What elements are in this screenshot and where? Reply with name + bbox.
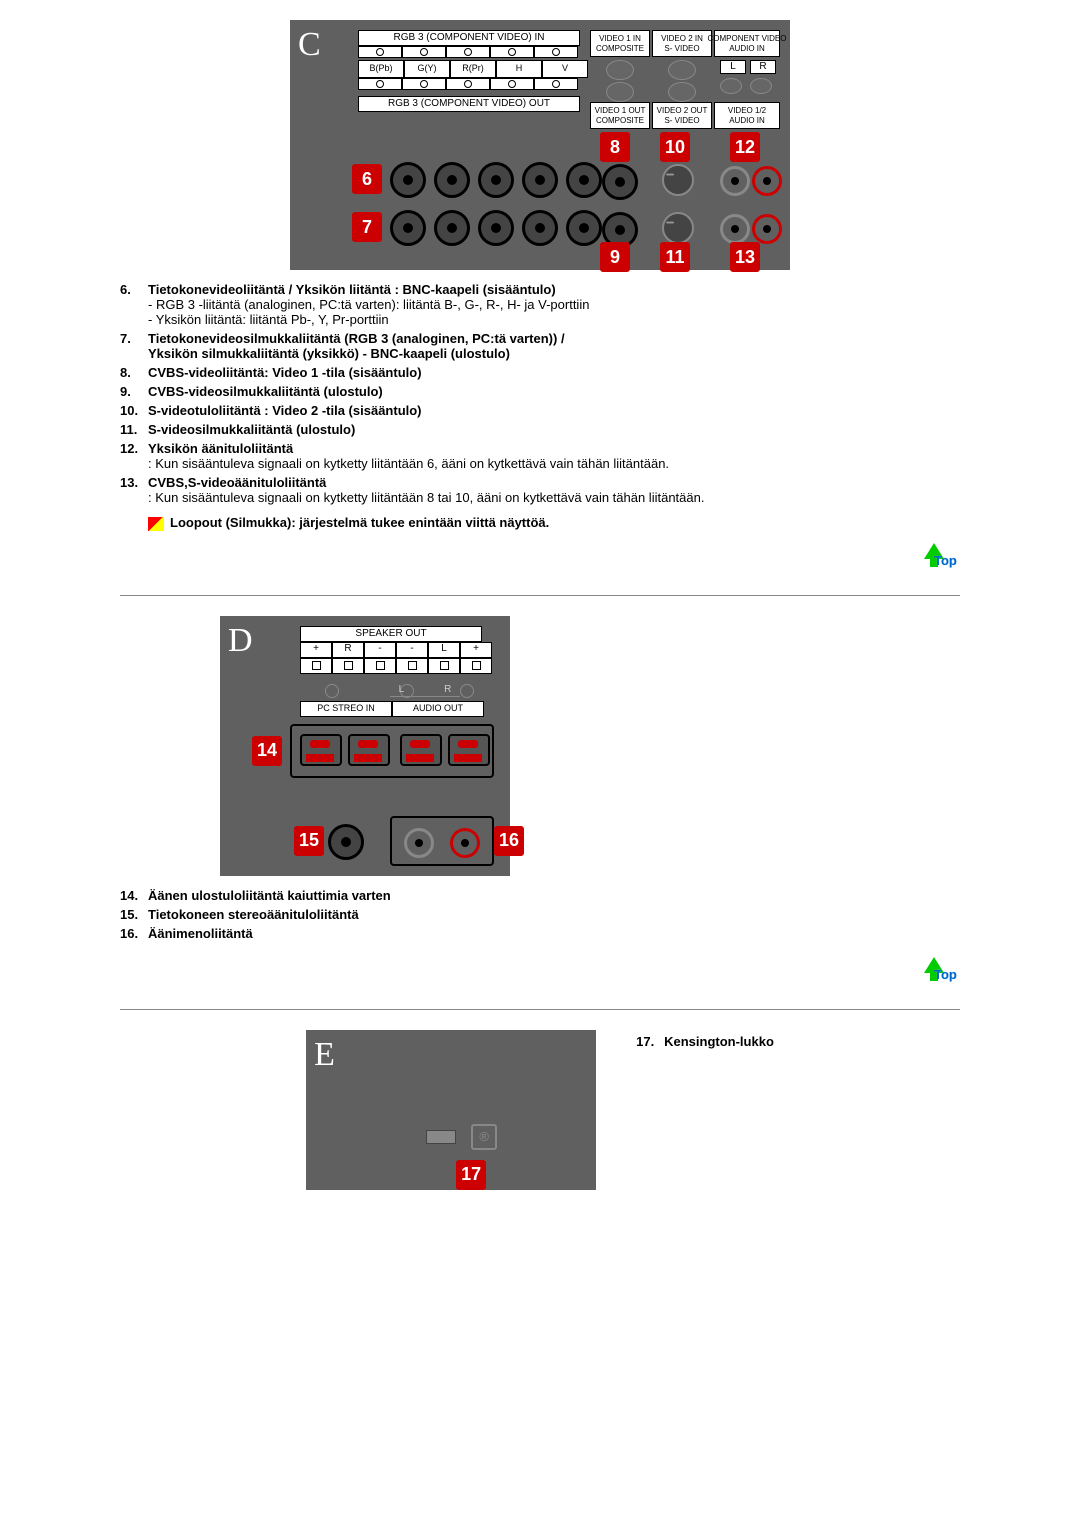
video1-out-label: VIDEO 1 OUT COMPOSITE — [590, 102, 650, 129]
panel-e-letter: E — [314, 1036, 335, 1074]
callout-16: 16 — [494, 826, 524, 856]
speaker-holes — [300, 658, 492, 674]
callout-14: 14 — [252, 736, 282, 766]
diagram-d: D SPEAKER OUT + R - - L + LR PC STREO IN… — [220, 616, 510, 876]
section-e: E ® 17 17.Kensington-lukko — [60, 1030, 1020, 1190]
bnc-out-holes — [358, 78, 578, 90]
item-14: 14.Äänen ulostuloliitäntä kaiuttimia var… — [120, 888, 1020, 903]
video12-audio-label: VIDEO 1/2 AUDIO IN — [714, 102, 780, 129]
list-section-d: 14.Äänen ulostuloliitäntä kaiuttimia var… — [120, 888, 1020, 941]
panel-d-letter: D — [228, 622, 253, 660]
item-13: 13.CVBS,S-videoäänituloliitäntä: Kun sis… — [120, 475, 1020, 505]
item-15: 15.Tietokoneen stereoäänituloliitäntä — [120, 907, 1020, 922]
component-audio-label: COMPONENT VIDEO AUDIO IN — [714, 30, 780, 57]
callout-12: 12 — [730, 132, 760, 162]
panel-c-letter: C — [298, 26, 321, 64]
diagram-d-wrap: D SPEAKER OUT + R - - L + LR PC STREO IN… — [220, 616, 1020, 876]
callout-6: 6 — [352, 164, 382, 194]
item-16: 16.Äänimenoliitäntä — [120, 926, 1020, 941]
callout-9: 9 — [600, 242, 630, 272]
rgb-in-header: RGB 3 (COMPONENT VIDEO) IN — [358, 30, 580, 46]
item-8: 8.CVBS-videoliitäntä: Video 1 -tila (sis… — [120, 365, 1020, 380]
callout-13: 13 — [730, 242, 760, 272]
callout-10: 10 — [660, 132, 690, 162]
divider — [120, 1009, 960, 1010]
item-12: 12.Yksikön äänituloliitäntä: Kun sisäänt… — [120, 441, 1020, 471]
list-section-e: 17.Kensington-lukko — [636, 1030, 774, 1053]
bnc-out-jacks — [390, 210, 602, 246]
callout-11: 11 — [660, 242, 690, 272]
item-10: 10.S-videotuloliitäntä : Video 2 -tila (… — [120, 403, 1020, 418]
item-6: 6.Tietokonevideoliitäntä / Yksikön liitä… — [120, 282, 1020, 327]
callout-7: 7 — [352, 212, 382, 242]
item-11: 11.S-videosilmukkaliitäntä (ulostulo) — [120, 422, 1020, 437]
bnc-in-holes — [358, 46, 578, 58]
audio-labels: PC STREO IN AUDIO OUT — [300, 701, 484, 717]
item-7: 7.Tietokonevideosilmukkaliitäntä (RGB 3 … — [120, 331, 1020, 361]
list-section-c: 6.Tietokonevideoliitäntä / Yksikön liitä… — [120, 282, 1020, 505]
divider — [120, 595, 960, 596]
callout-15: 15 — [294, 826, 324, 856]
callout-8: 8 — [600, 132, 630, 162]
bnc-in-jacks — [390, 162, 602, 198]
item-9: 9.CVBS-videosilmukkaliitäntä (ulostulo) — [120, 384, 1020, 399]
speaker-polarity-row: + R - - L + — [300, 642, 492, 658]
top-link-2[interactable]: Top — [60, 945, 1020, 1003]
kensington-slot — [426, 1130, 456, 1144]
diagram-c: C RGB 3 (COMPONENT VIDEO) IN B(Pb) G(Y) … — [290, 20, 790, 270]
kensington-lock-icon: ® — [471, 1124, 497, 1150]
callout-17: 17 — [456, 1160, 486, 1190]
item-17: 17.Kensington-lukko — [636, 1034, 774, 1049]
warning-icon — [148, 517, 164, 531]
video2-in-label: VIDEO 2 IN S- VIDEO — [652, 30, 712, 57]
rgb-out-header: RGB 3 (COMPONENT VIDEO) OUT — [358, 96, 580, 112]
diagram-c-wrap: C RGB 3 (COMPONENT VIDEO) IN B(Pb) G(Y) … — [60, 20, 1020, 270]
loopout-note: Loopout (Silmukka): järjestelmä tukee en… — [148, 515, 1020, 531]
document-page: C RGB 3 (COMPONENT VIDEO) IN B(Pb) G(Y) … — [0, 20, 1080, 1190]
video2-out-label: VIDEO 2 OUT S- VIDEO — [652, 102, 712, 129]
top-link-1[interactable]: Top — [60, 531, 1020, 589]
video1-in-label: VIDEO 1 IN COMPOSITE — [590, 30, 650, 57]
diagram-e: E ® 17 — [306, 1030, 596, 1190]
bnc-labels-row: B(Pb) G(Y) R(Pr) H V — [358, 60, 588, 76]
speaker-out-header: SPEAKER OUT — [300, 626, 482, 642]
